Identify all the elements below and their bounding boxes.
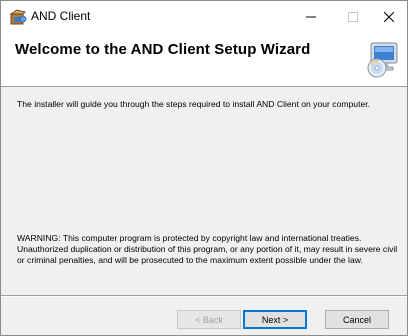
wizard-header: Welcome to the AND Client Setup Wizard bbox=[1, 33, 407, 87]
setup-window: AND Client Welcome to the AND Client Set… bbox=[0, 0, 408, 336]
maximize-icon bbox=[348, 12, 358, 22]
next-button[interactable]: Next > bbox=[243, 310, 307, 329]
minimize-icon bbox=[306, 16, 316, 18]
minimize-button[interactable] bbox=[291, 1, 331, 33]
intro-text: The installer will guide you through the… bbox=[17, 99, 371, 109]
close-icon bbox=[384, 12, 394, 22]
close-button[interactable] bbox=[369, 1, 407, 33]
footer-divider-highlight bbox=[1, 296, 407, 297]
title-bar[interactable]: AND Client bbox=[1, 1, 407, 33]
page-title: Welcome to the AND Client Setup Wizard bbox=[15, 41, 311, 58]
computer-disc-icon bbox=[367, 42, 398, 78]
cancel-button[interactable]: Cancel bbox=[325, 310, 389, 329]
back-button[interactable]: < Back bbox=[177, 310, 241, 329]
maximize-button[interactable] bbox=[333, 1, 373, 33]
installer-box-icon bbox=[9, 9, 27, 25]
copyright-warning: WARNING: This computer program is protec… bbox=[17, 233, 398, 265]
window-title: AND Client bbox=[31, 9, 91, 23]
